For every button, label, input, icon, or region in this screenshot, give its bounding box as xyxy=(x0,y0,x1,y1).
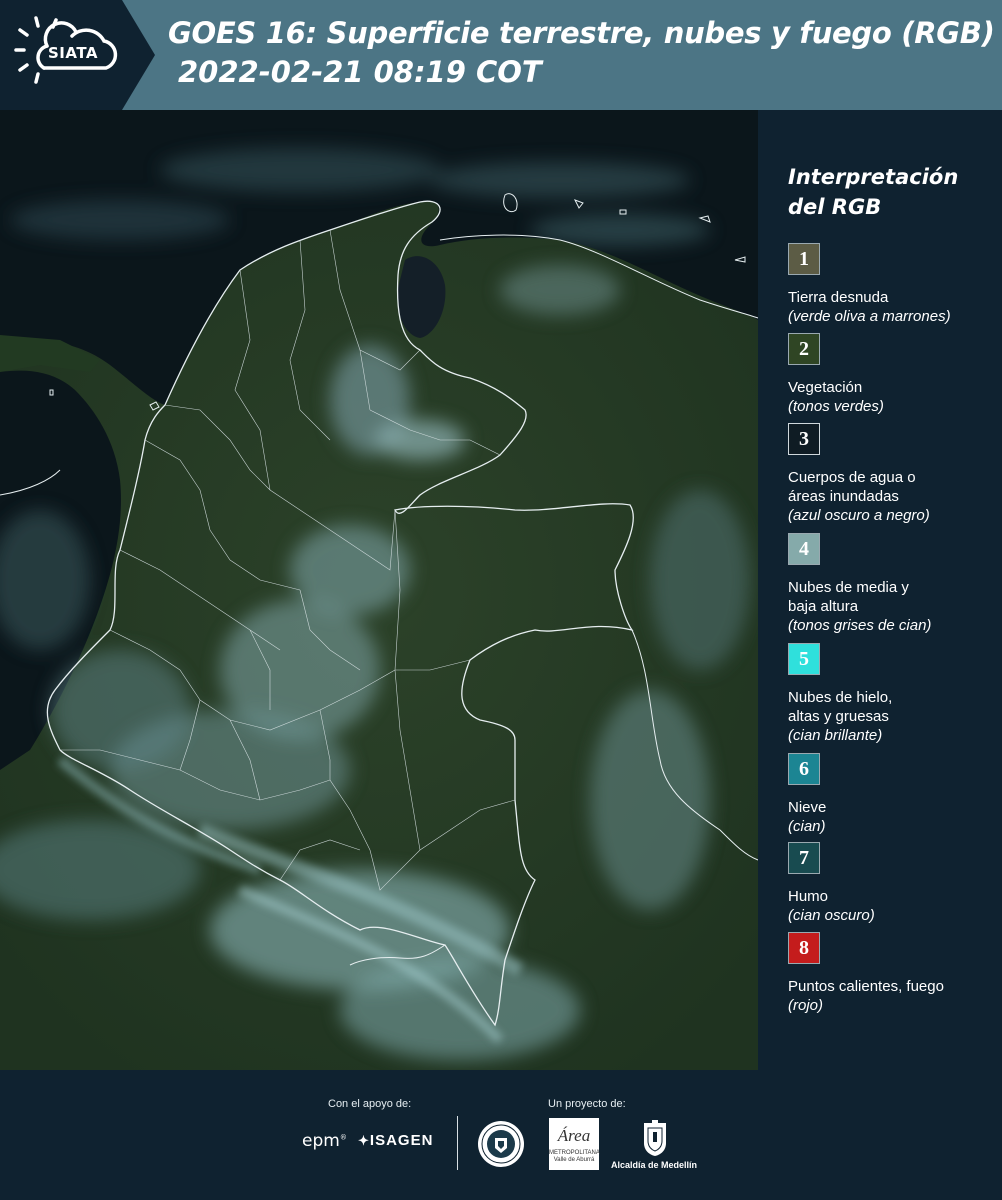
header-bar: SIATA GOES 16: Superficie terrestre, nub… xyxy=(0,0,1002,110)
project-label: Un proyecto de: xyxy=(548,1098,626,1110)
isagen-icon: ✦ xyxy=(358,1133,370,1148)
legend-sub-2: (tonos verdes) xyxy=(788,398,884,415)
satellite-rgb-map[interactable] xyxy=(0,110,758,1070)
legend-item-ice-clouds: 5 Nubes de hielo, altas y gruesas (cian … xyxy=(788,643,998,745)
legend-sub-1: (verde oliva a marrones) xyxy=(788,308,951,325)
legend-sub-7: (cian oscuro) xyxy=(788,907,875,924)
area-logo-text: Área xyxy=(557,1126,591,1145)
legend-swatch-5: 5 xyxy=(788,643,820,675)
legend-title: Interpretación del RGB xyxy=(788,165,959,219)
page-title: GOES 16: Superficie terrestre, nubes y f… xyxy=(168,16,995,50)
epm-logo[interactable]: epm® xyxy=(302,1131,347,1151)
legend-swatch-3: 3 xyxy=(788,423,820,455)
area-metropolitana-logo[interactable]: Área METROPOLITANA Valle de Aburrá xyxy=(549,1118,600,1170)
legend-label-1: Tierra desnuda xyxy=(788,289,889,306)
legend-item-vegetation: 2 Vegetación (tonos verdes) xyxy=(788,333,998,416)
legend-label-8: Puntos calientes, fuego xyxy=(788,978,944,995)
legend-item-bare-soil: 1 Tierra desnuda (verde oliva a marrones… xyxy=(788,243,998,326)
legend-swatch-2: 2 xyxy=(788,333,820,365)
legend-sub-8: (rojo) xyxy=(788,997,824,1014)
legend-sub-3: (azul oscuro a negro) xyxy=(788,507,930,524)
isagen-logo[interactable]: ✦ISAGEN xyxy=(358,1132,433,1149)
legend-panel: Interpretación del RGB 1 Tierra desnuda … xyxy=(770,110,1002,1070)
support-label: Con el apoyo de: xyxy=(328,1098,412,1110)
legend-item-snow: 6 Nieve (cian) xyxy=(788,753,998,836)
legend-label-4: Nubes de media y baja altura xyxy=(788,579,909,615)
legend-swatch-4: 4 xyxy=(788,533,820,565)
medellin-shield-icon[interactable] xyxy=(642,1119,668,1157)
legend-item-smoke: 7 Humo (cian oscuro) xyxy=(788,842,998,925)
legend-sub-6: (cian) xyxy=(788,818,826,835)
legend-swatch-1: 1 xyxy=(788,243,820,275)
university-seal-icon[interactable] xyxy=(476,1118,526,1170)
legend-swatch-6: 6 xyxy=(788,753,820,785)
legend-label-7: Humo xyxy=(788,888,829,905)
page-timestamp: 2022-02-21 08:19 COT xyxy=(178,55,542,89)
legend-label-3: Cuerpos de agua o áreas inundadas xyxy=(788,469,916,505)
epm-logo-text: epm xyxy=(302,1131,340,1151)
legend-sub-4: (tonos grises de cian) xyxy=(788,617,932,634)
legend-label-5: Nubes de hielo, altas y gruesas xyxy=(788,689,893,725)
legend-swatch-8: 8 xyxy=(788,932,820,964)
isagen-logo-text: ISAGEN xyxy=(369,1132,434,1149)
satellite-image xyxy=(0,110,758,1070)
legend-swatch-7: 7 xyxy=(788,842,820,874)
footer-divider xyxy=(457,1116,458,1170)
legend-item-fire: 8 Puntos calientes, fuego (rojo) xyxy=(788,932,998,1015)
legend-label-6: Nieve xyxy=(788,799,827,816)
alcaldia-label: Alcaldía de Medellín xyxy=(611,1160,698,1170)
area-logo-subtext: METROPOLITANA Valle de Aburrá xyxy=(549,1150,600,1163)
footer: Con el apoyo de: Un proyecto de: epm® ✦I… xyxy=(0,1070,1002,1200)
siata-logo-text: SIATA xyxy=(48,44,99,62)
legend-item-water: 3 Cuerpos de agua o áreas inundadas (azu… xyxy=(788,423,998,525)
siata-logo[interactable]: SIATA xyxy=(0,0,155,110)
legend-item-mid-low-clouds: 4 Nubes de media y baja altura (tonos gr… xyxy=(788,533,998,635)
legend-sub-5: (cian brillante) xyxy=(788,727,883,744)
legend-label-2: Vegetación xyxy=(788,379,863,396)
